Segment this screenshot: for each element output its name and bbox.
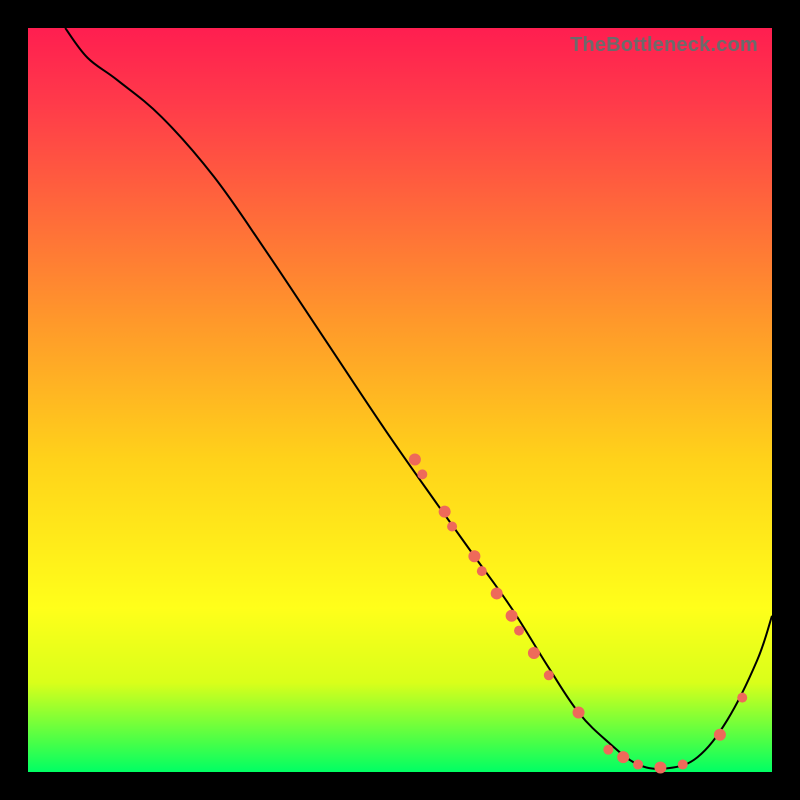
data-point bbox=[439, 506, 451, 518]
data-point bbox=[447, 521, 457, 531]
data-point bbox=[491, 587, 503, 599]
data-point bbox=[678, 760, 688, 770]
data-point bbox=[477, 566, 487, 576]
curve-path bbox=[65, 28, 772, 769]
data-point bbox=[573, 706, 585, 718]
data-point bbox=[468, 550, 480, 562]
data-point bbox=[528, 647, 540, 659]
chart-frame: TheBottleneck.com bbox=[0, 0, 800, 800]
data-point bbox=[514, 626, 524, 636]
curve-svg bbox=[28, 28, 772, 772]
data-point bbox=[633, 760, 643, 770]
data-point bbox=[714, 729, 726, 741]
data-point bbox=[603, 745, 613, 755]
data-point bbox=[654, 762, 666, 774]
data-point bbox=[506, 610, 518, 622]
data-point bbox=[409, 454, 421, 466]
data-point bbox=[737, 693, 747, 703]
data-point bbox=[417, 469, 427, 479]
markers-group bbox=[409, 454, 747, 774]
data-point bbox=[544, 670, 554, 680]
data-point bbox=[617, 751, 629, 763]
plot-area: TheBottleneck.com bbox=[28, 28, 772, 772]
